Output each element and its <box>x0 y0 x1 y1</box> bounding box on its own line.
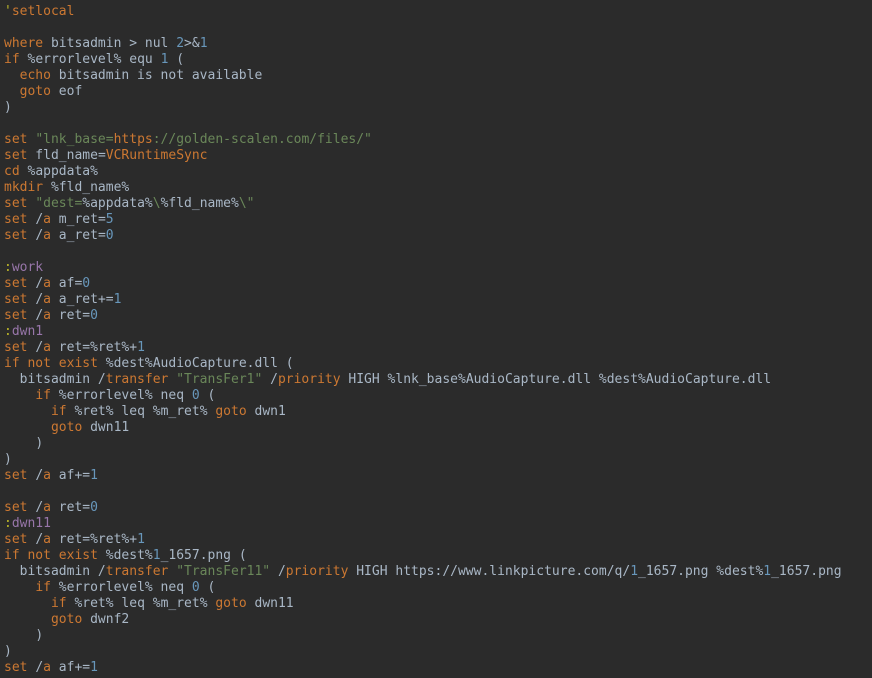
batch-script-code: 'setlocal where bitsadmin > nul 2>&1 if … <box>0 0 872 678</box>
